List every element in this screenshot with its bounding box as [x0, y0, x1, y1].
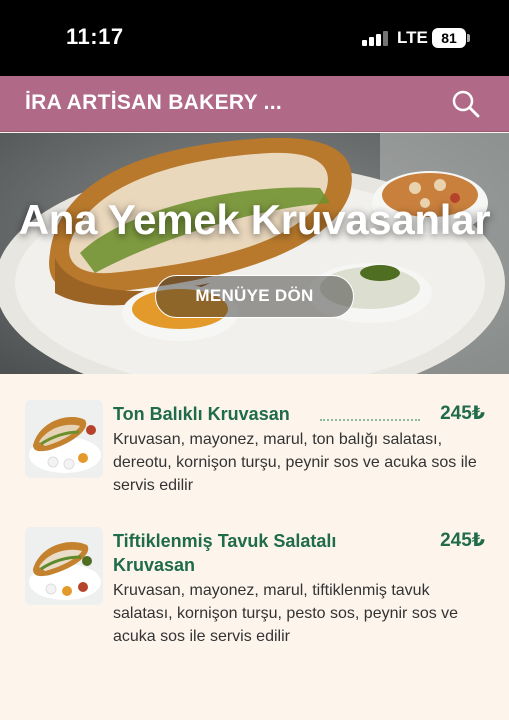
price-leader-dots [320, 419, 420, 421]
hero-title: Ana Yemek Kruvasanlar [18, 196, 491, 243]
hero-food-image [0, 133, 509, 374]
network-label: LTE [397, 28, 428, 47]
menu-item[interactable]: Tiftiklenmiş Tavuk Salatalı Kruvasan 245… [25, 527, 485, 657]
menu-list: Ton Balıklı Kruvasan 245₺ Kruvasan, mayo… [0, 374, 509, 720]
hero-banner: Ana Yemek Kruvasanlar MENÜYE DÖN [0, 133, 509, 374]
item-price: 245₺ [440, 403, 485, 424]
item-thumbnail [25, 400, 103, 478]
item-name: Ton Balıklı Kruvasan [113, 404, 290, 424]
app-title: İRA ARTİSAN BAKERY ... [25, 91, 283, 114]
item-description: Kruvasan, mayonez, marul, tiftiklenmiş t… [113, 582, 459, 645]
battery-icon: 81 [432, 28, 466, 48]
search-icon[interactable] [450, 88, 482, 120]
back-to-menu-button[interactable]: MENÜYE DÖN [155, 275, 354, 318]
item-price: 245₺ [440, 530, 485, 551]
signal-icon [362, 30, 388, 46]
app-header: İRA ARTİSAN BAKERY ... [0, 76, 509, 132]
status-bar: 11:17 LTE 81 [0, 0, 509, 76]
item-thumbnail [25, 527, 103, 605]
item-name: Tiftiklenmiş Tavuk Salatalı Kruvasan [113, 531, 337, 575]
menu-item[interactable]: Ton Balıklı Kruvasan 245₺ Kruvasan, mayo… [25, 400, 485, 510]
battery-nub [467, 34, 470, 42]
item-description: Kruvasan, mayonez, marul, ton balığı sal… [113, 431, 477, 494]
status-time: 11:17 [66, 24, 124, 49]
